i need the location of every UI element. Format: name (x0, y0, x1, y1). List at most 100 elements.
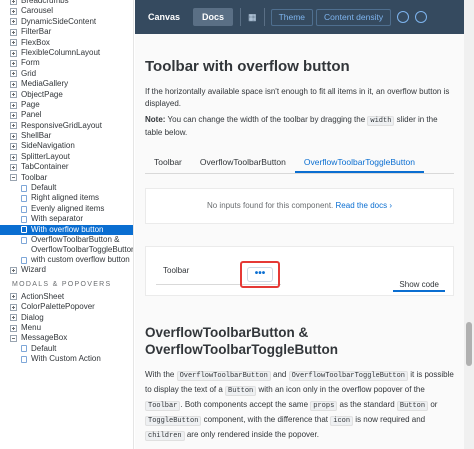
sidebar-item-label: With separator (31, 214, 84, 224)
inline-code: Toolbar (145, 401, 181, 411)
story-icon (21, 215, 27, 223)
collapse-icon (10, 335, 17, 343)
sidebar-item[interactable]: DynamicSideContent (0, 17, 133, 27)
sidebar-item[interactable]: Menu (0, 323, 133, 333)
sidebar-item-label: FlexBox (21, 37, 50, 47)
sidebar-item[interactable]: with custom overflow button (0, 255, 133, 265)
sidebar-item-label: DynamicSideContent (21, 16, 97, 26)
overflow-button[interactable]: ••• (247, 267, 273, 282)
sidebar-item[interactable]: Carousel (0, 6, 133, 16)
sidebar-item[interactable]: FlexibleColumnLayout (0, 48, 133, 58)
sidebar-item-label: Form (21, 58, 40, 68)
sidebar-item[interactable]: ResponsiveGridLayout (0, 121, 133, 131)
paragraph-text: or (428, 400, 438, 409)
sidebar-item[interactable]: Toolbar (0, 173, 133, 183)
sidebar-item[interactable]: Grid (0, 69, 133, 79)
read-docs-link[interactable]: Read the docs › (336, 201, 392, 210)
sidebar-item[interactable]: ColorPalettePopover (0, 302, 133, 312)
sidebar-item-label: OverflowToolbarButton & OverflowToolbarT… (31, 234, 133, 254)
sidebar-item[interactable]: ShellBar (0, 131, 133, 141)
section-title: OverflowToolbarButton & OverflowToolbarT… (145, 325, 338, 357)
story-icon (21, 345, 27, 353)
sidebar-nav: Breadcrumbs Carousel DynamicSideContent Fil… (0, 0, 134, 449)
sidebar-item[interactable]: Default (0, 344, 133, 354)
expand-icon (10, 91, 17, 99)
language-icon[interactable] (415, 11, 428, 23)
toolbar-divider (263, 8, 265, 26)
expand-icon (10, 101, 17, 109)
paragraph-text: and (270, 370, 289, 379)
sidebar-item[interactable]: ObjectPage (0, 90, 133, 100)
tab-overflow-toolbar-toggle-button[interactable]: OverflowToolbarToggleButton (294, 152, 424, 173)
sidebar-item-label: Right aligned items (31, 193, 100, 203)
note-label: Note: (145, 115, 166, 124)
story-icon (21, 195, 27, 203)
sidebar-item[interactable]: FilterBar (0, 27, 133, 37)
sidebar-item[interactable]: With Custom Action (0, 354, 133, 364)
sidebar-item[interactable]: Right aligned items (0, 193, 133, 203)
sidebar-item[interactable]: SideNavigation (0, 141, 133, 151)
inline-code: Button (225, 386, 257, 396)
sidebar-item[interactable]: Wizard (0, 265, 133, 275)
demo-toolbar: Toolbar ••• (156, 257, 281, 288)
inline-code: children (145, 431, 185, 441)
inline-code: props (310, 401, 338, 411)
sidebar-item[interactable]: ActionSheet (0, 292, 133, 302)
page-title: Toolbar with overflow button (145, 58, 350, 75)
show-code-button[interactable]: Show code (393, 279, 445, 292)
sidebar-item[interactable]: TabContainer (0, 162, 133, 172)
sidebar-item[interactable]: MessageBox (0, 333, 133, 343)
note-text: You can change the width of the toolbar … (165, 115, 368, 124)
tab-docs[interactable]: Docs (193, 8, 234, 26)
sidebar-item-label: with custom overflow button (31, 254, 130, 264)
sidebar-item-label: Panel (21, 110, 42, 120)
sidebar-item[interactable]: Panel (0, 110, 133, 120)
tab-canvas[interactable]: Canvas (139, 8, 189, 26)
sidebar-item[interactable]: OverflowToolbarButton & OverflowToolbarT… (0, 235, 133, 255)
sidebar-item[interactable]: Page (0, 100, 133, 110)
paragraph-text: are only rendered inside the popover. (184, 430, 319, 439)
story-icon (21, 205, 27, 213)
direction-icon[interactable] (397, 11, 410, 23)
sidebar-item[interactable]: SplitterLayout (0, 152, 133, 162)
sidebar-item-label: ColorPalettePopover (21, 302, 95, 312)
sidebar-item[interactable]: Dialog (0, 313, 133, 323)
scroll-thumb[interactable] (466, 322, 472, 366)
expand-icon (10, 122, 17, 130)
sidebar-item[interactable]: MediaGallery (0, 79, 133, 89)
sidebar-item-label: MessageBox (21, 333, 68, 343)
expand-icon (10, 8, 17, 16)
sidebar-item[interactable]: With overflow button (0, 224, 133, 235)
sidebar-item-label: Menu (21, 322, 42, 332)
sidebar-item[interactable]: FlexBox (0, 38, 133, 48)
content-density-button[interactable]: Content density (316, 8, 392, 26)
story-preview: Toolbar ••• Show code (145, 246, 454, 296)
sidebar-item-label: Carousel (21, 6, 54, 16)
tab-toolbar[interactable]: Toolbar (145, 152, 191, 173)
paragraph-text: is now required and (353, 415, 426, 424)
expand-icon (10, 324, 17, 332)
tab-overflow-toolbar-button[interactable]: OverflowToolbarButton (191, 152, 295, 173)
expand-icon (10, 60, 17, 68)
sidebar-item[interactable]: Evenly aligned items (0, 204, 133, 214)
sidebar-item-label: SideNavigation (21, 141, 75, 151)
sidebar-item[interactable]: With separator (0, 214, 133, 224)
description: If the horizontally available space isn'… (145, 87, 450, 108)
sidebar-item[interactable]: Default (0, 183, 133, 193)
grid-icon[interactable]: ▦ (244, 12, 261, 23)
theme-button[interactable]: Theme (270, 8, 314, 26)
sidebar-item-label: Toolbar (21, 172, 48, 182)
expand-icon (10, 111, 17, 119)
component-tabs: Toolbar OverflowToolbarButton OverflowTo… (145, 152, 454, 174)
group-header-modals: MODALS & POPOVERS (12, 280, 112, 288)
sidebar-item-label: ShellBar (21, 131, 52, 141)
expand-icon (10, 143, 17, 151)
sidebar-item[interactable]: Form (0, 58, 133, 68)
story-icon (21, 226, 27, 234)
sidebar-item-label: SplitterLayout (21, 151, 70, 161)
paragraph-text: component, with the difference that (201, 415, 331, 424)
sidebar-item-label: With Custom Action (31, 354, 101, 364)
scrollbar[interactable] (464, 0, 474, 449)
sidebar-item-label: MediaGallery (21, 79, 69, 89)
toolbar-divider (240, 8, 242, 26)
